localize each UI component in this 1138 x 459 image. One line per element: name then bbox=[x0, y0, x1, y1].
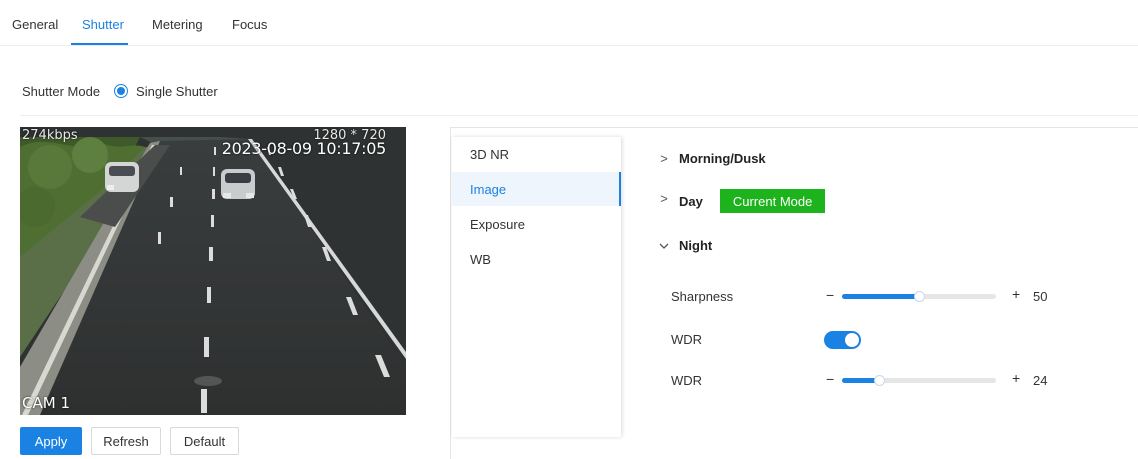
section-title: Day bbox=[679, 193, 703, 209]
settings-tab-bar: General Shutter Metering Focus bbox=[0, 0, 1138, 46]
menu-item-label: 3D NR bbox=[470, 146, 510, 162]
sharpness-value: 50 bbox=[1033, 289, 1048, 304]
chevron-down-icon bbox=[657, 238, 671, 253]
settings-side-menu: 3D NR Image Exposure WB bbox=[452, 137, 621, 437]
sharpness-increase-button[interactable]: + bbox=[1012, 286, 1020, 302]
menu-item-label: Exposure bbox=[470, 216, 525, 232]
single-shutter-label[interactable]: Single Shutter bbox=[136, 84, 218, 99]
wdr-toggle[interactable] bbox=[824, 331, 861, 349]
chevron-right-icon: > bbox=[660, 150, 668, 166]
slider-thumb[interactable] bbox=[914, 291, 925, 302]
slider-fill bbox=[842, 294, 919, 299]
sharpness-decrease-button[interactable]: − bbox=[826, 287, 834, 303]
road-scene-image bbox=[20, 127, 406, 415]
wdr-slider[interactable] bbox=[842, 375, 996, 386]
menu-item-wb[interactable]: WB bbox=[452, 242, 621, 276]
tab-general[interactable]: General bbox=[12, 17, 58, 32]
wdr-toggle-label: WDR bbox=[671, 332, 703, 347]
menu-item-label: Image bbox=[470, 181, 507, 197]
single-shutter-radio[interactable] bbox=[114, 84, 129, 98]
divider bbox=[20, 115, 1138, 116]
live-video-preview: 274kbps 1280 * 720 2023-08-09 10:17:05 C… bbox=[20, 127, 406, 415]
default-button[interactable]: Default bbox=[170, 427, 239, 455]
section-title: Morning/Dusk bbox=[679, 150, 766, 166]
tab-metering[interactable]: Metering bbox=[152, 17, 203, 32]
timestamp-overlay: 2023-08-09 10:17:05 bbox=[221, 139, 387, 158]
tab-focus[interactable]: Focus bbox=[232, 17, 267, 32]
radio-selected-dot bbox=[117, 87, 126, 95]
sharpness-label: Sharpness bbox=[671, 289, 734, 304]
section-morning-dusk[interactable]: > Morning/Dusk bbox=[657, 150, 766, 166]
camera-label-overlay: CAM 1 bbox=[22, 394, 70, 412]
menu-item-image[interactable]: Image bbox=[452, 172, 621, 206]
section-day[interactable]: > Day Current Mode bbox=[657, 189, 826, 213]
slider-thumb[interactable] bbox=[873, 375, 885, 386]
wdr-value: 24 bbox=[1033, 373, 1048, 388]
refresh-button[interactable]: Refresh bbox=[91, 427, 161, 455]
wdr-decrease-button[interactable]: − bbox=[826, 371, 834, 387]
wdr-level-label: WDR bbox=[671, 373, 703, 388]
bitrate-overlay: 274kbps bbox=[22, 128, 78, 143]
menu-item-3d-nr[interactable]: 3D NR bbox=[452, 137, 621, 171]
active-tab-indicator bbox=[71, 43, 128, 45]
sharpness-slider[interactable] bbox=[842, 291, 996, 302]
apply-button[interactable]: Apply bbox=[20, 427, 82, 455]
menu-item-label: WB bbox=[470, 251, 491, 267]
shutter-mode-label: Shutter Mode bbox=[22, 83, 101, 99]
shutter-mode-row: Shutter Mode Single Shutter bbox=[22, 82, 218, 100]
chevron-right-icon: > bbox=[660, 190, 668, 206]
section-title: Night bbox=[679, 237, 713, 253]
wdr-increase-button[interactable]: + bbox=[1012, 370, 1020, 386]
menu-item-exposure[interactable]: Exposure bbox=[452, 207, 621, 241]
tab-shutter[interactable]: Shutter bbox=[82, 17, 124, 32]
current-mode-badge: Current Mode bbox=[719, 189, 826, 213]
toggle-knob bbox=[845, 333, 859, 347]
section-night[interactable]: Night bbox=[657, 237, 712, 253]
